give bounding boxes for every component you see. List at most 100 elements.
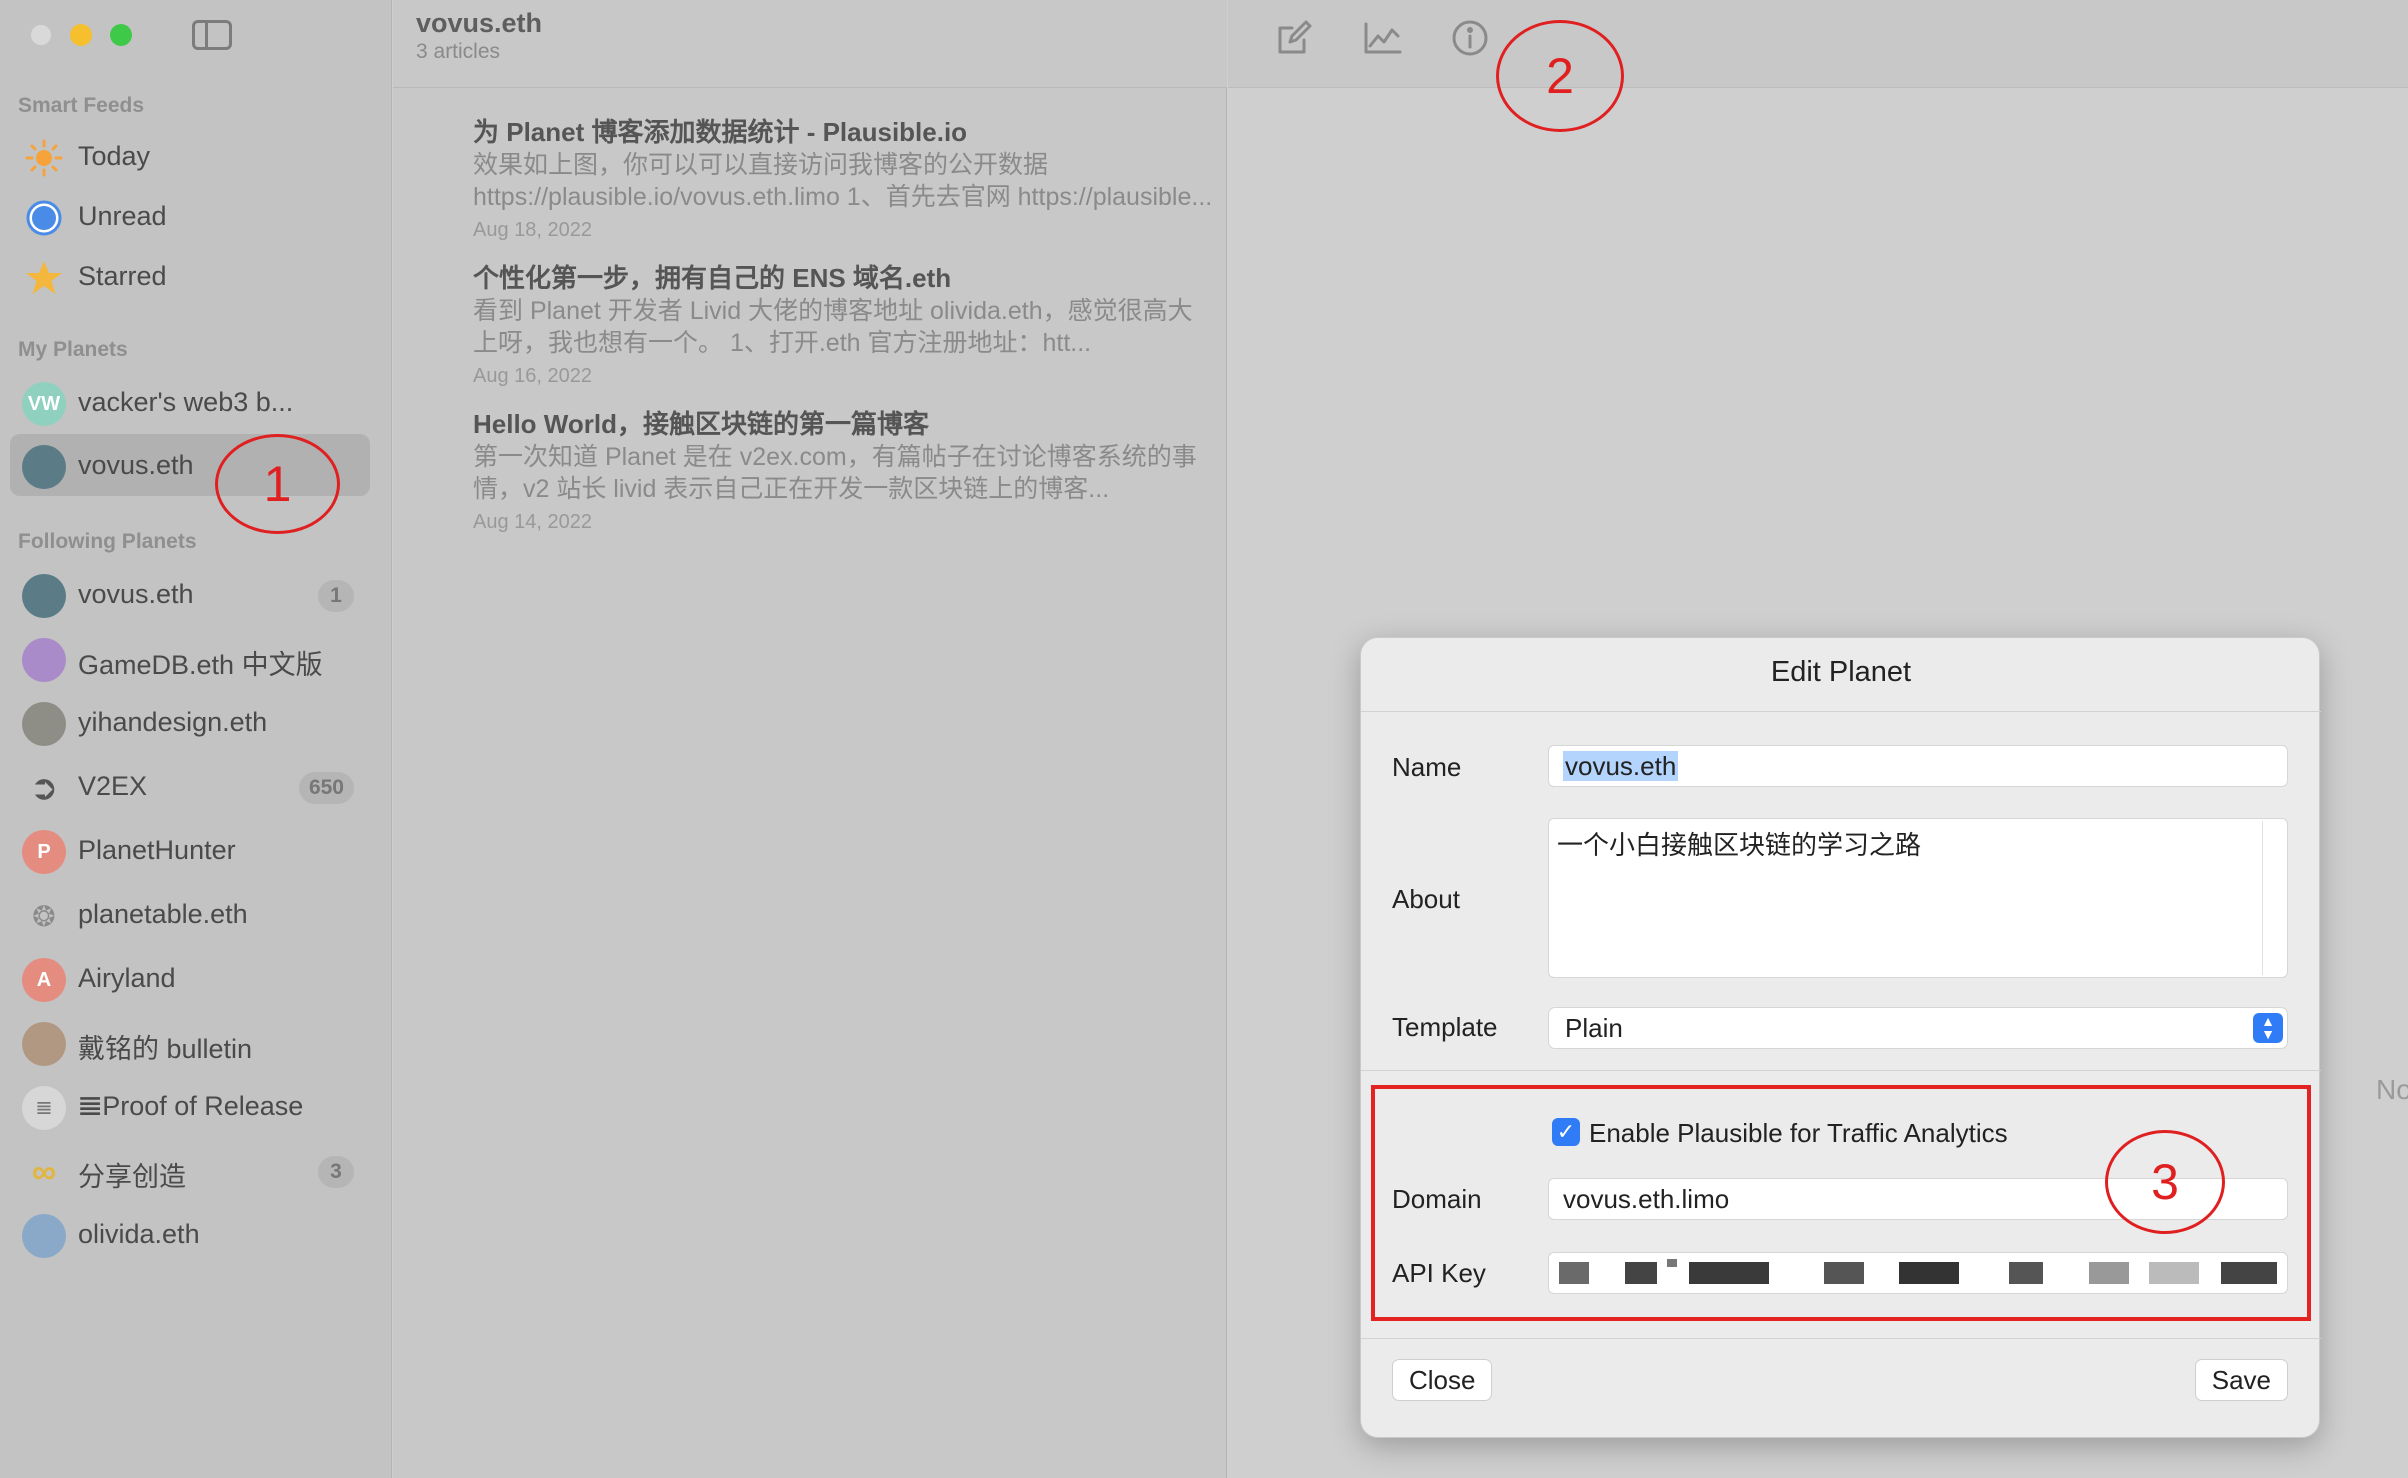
window-close-button[interactable] [30,24,52,46]
about-value: 一个小白接触区块链的学习之路 [1557,830,1922,860]
name-field[interactable]: vovus.eth [1548,745,2288,787]
window-zoom-button[interactable] [110,24,132,46]
info-icon[interactable] [1450,18,1490,58]
redacted-text [1625,1262,1657,1284]
plausible-checkbox-label: Enable Plausible for Traffic Analytics [1589,1118,2008,1148]
scrollbar[interactable] [2262,821,2263,975]
sidebar-item-label: PlanetHunter [78,835,236,865]
article-list-pane: vovus.eth 3 articles 为 Planet 博客添加数据统计 -… [393,0,1227,1478]
avatar: P [22,830,66,874]
my-planets-title: My Planets [18,338,128,361]
sidebar-item-yihandesign[interactable]: yihandesign.eth [10,691,370,753]
sidebar-item-label: yihandesign.eth [78,707,268,737]
sidebar-item-label: Unread [78,201,167,231]
article-date: Aug 18, 2022 [473,219,592,241]
avatar: 𝌆 [22,1086,66,1130]
article-summary: 看到 Planet 开发者 Livid 大佬的博客地址 olivida.eth，… [473,297,1193,357]
annotation-marker-3: 3 [2105,1130,2225,1234]
infinity-logo-icon: ∞ [31,1152,57,1191]
template-select[interactable]: Plain ▲ ▼ [1548,1007,2288,1049]
article-list-header: vovus.eth 3 articles [393,0,1227,88]
redacted-text [2149,1262,2199,1284]
article-date: Aug 16, 2022 [473,365,592,387]
chevron-updown-icon: ▲ ▼ [2253,1013,2283,1043]
planet-title: vovus.eth [416,8,543,38]
list-item[interactable]: Hello World，接触区块链的第一篇博客 第一次知道 Planet 是在 … [473,407,1213,534]
list-item[interactable]: 为 Planet 博客添加数据统计 - Plausible.io 效果如上图，你… [473,115,1213,242]
sidebar-item-proof-of-release[interactable]: 𝌆 𝌆Proof of Release [10,1075,370,1137]
redacted-text [2089,1262,2129,1284]
sidebar-item-olivida[interactable]: olivida.eth [10,1203,370,1265]
template-value: Plain [1565,1013,1623,1043]
sidebar-item-label: V2EX [78,771,148,801]
sidebar-item-starred[interactable]: Starred [10,245,370,307]
article-count: 3 articles [416,40,501,63]
save-button[interactable]: Save [2194,1359,2288,1401]
domain-value: vovus.eth.limo [1563,1184,1730,1214]
sidebar-item-label: 分享创造 [78,1162,186,1192]
redacted-text [2009,1262,2043,1284]
avatar [22,638,66,682]
sun-icon [22,136,66,180]
about-field[interactable]: 一个小白接触区块链的学习之路 [1548,818,2288,978]
sidebar-item-unread[interactable]: Unread [10,185,370,247]
article-summary: 效果如上图，你可以可以直接访问我博客的公开数据 https://plausibl… [473,151,1213,211]
unread-count-badge: 650 [298,772,354,804]
sidebar-item-label: vacker's web3 b... [78,387,294,417]
sidebar-item-fenxiang-chuangzao[interactable]: ∞ 分享创造 3 [10,1139,370,1201]
sidebar-item-today[interactable]: Today [10,125,370,187]
avatar: A [22,958,66,1002]
sidebar-item-label: GameDB.eth 中文版 [78,650,323,680]
annotation-marker-1: 1 [215,434,340,534]
avatar [22,1022,66,1066]
redacted-text [1824,1262,1864,1284]
domain-label: Domain [1392,1184,1482,1214]
sidebar-item-label: 戴铭的 bulletin [78,1034,253,1064]
window-minimize-button[interactable] [70,24,92,46]
sidebar-item-label: planetable.eth [78,899,248,929]
sidebar-item-label: Airyland [78,963,176,993]
sidebar-item-label: Starred [78,261,167,291]
article-date: Aug 14, 2022 [473,511,592,533]
sidebar: Smart Feeds Today Unread Starred My Plan… [0,0,392,1478]
sidebar-item-airyland[interactable]: A Airyland [10,947,370,1009]
compose-icon[interactable] [1274,18,1314,58]
redacted-text [1899,1262,1959,1284]
annotation-marker-2: 2 [1496,20,1624,132]
sidebar-item-label: 𝌆Proof of Release [78,1091,304,1121]
redacted-text [1689,1262,1769,1284]
sidebar-item-daiming-bulletin[interactable]: 戴铭的 bulletin [10,1011,370,1073]
article-summary: 第一次知道 Planet 是在 v2ex.com，有篇帖子在讨论博客系统的事情，… [473,443,1197,503]
sidebar-item-v2ex[interactable]: ➲ V2EX 650 [10,755,370,817]
avatar [22,1214,66,1258]
api-key-label: API Key [1392,1258,1486,1288]
unread-count-badge: 3 [318,1156,354,1188]
empty-state-text: No [2376,1074,2408,1105]
chart-icon[interactable] [1362,18,1402,58]
list-item[interactable]: 个性化第一步，拥有自己的 ENS 域名.eth 看到 Planet 开发者 Li… [473,261,1213,388]
redacted-text [1559,1262,1589,1284]
toolbar [1228,0,2408,88]
sidebar-item-vackers-web3[interactable]: VW vacker's web3 b... [10,371,370,433]
divider [1361,1338,2321,1339]
following-planets-title: Following Planets [18,530,197,553]
smart-feeds-title: Smart Feeds [18,94,145,117]
sidebar-item-label: vovus.eth [78,579,194,609]
sidebar-item-planethunter[interactable]: P PlanetHunter [10,819,370,881]
divider [1361,711,2321,712]
template-label: Template [1392,1012,1498,1042]
sidebar-item-label: Today [78,141,151,171]
sidebar-item-following-vovus-eth[interactable]: vovus.eth 1 [10,563,370,625]
redacted-text [1667,1259,1677,1267]
avatar [22,445,66,489]
sidebar-item-planetable[interactable]: ❂ planetable.eth [10,883,370,945]
sidebar-item-label: olivida.eth [78,1219,200,1249]
api-key-field[interactable] [1548,1252,2288,1294]
article-title: Hello World，接触区块链的第一篇博客 [473,409,929,439]
sidebar-item-gamedb[interactable]: GameDB.eth 中文版 [10,627,370,689]
close-button[interactable]: Close [1392,1359,1493,1401]
unread-dot-icon [22,196,66,240]
sidebar-item-label: vovus.eth [78,450,194,480]
sidebar-toggle-icon[interactable] [192,20,232,50]
plausible-checkbox[interactable]: ✓ [1552,1118,1580,1146]
